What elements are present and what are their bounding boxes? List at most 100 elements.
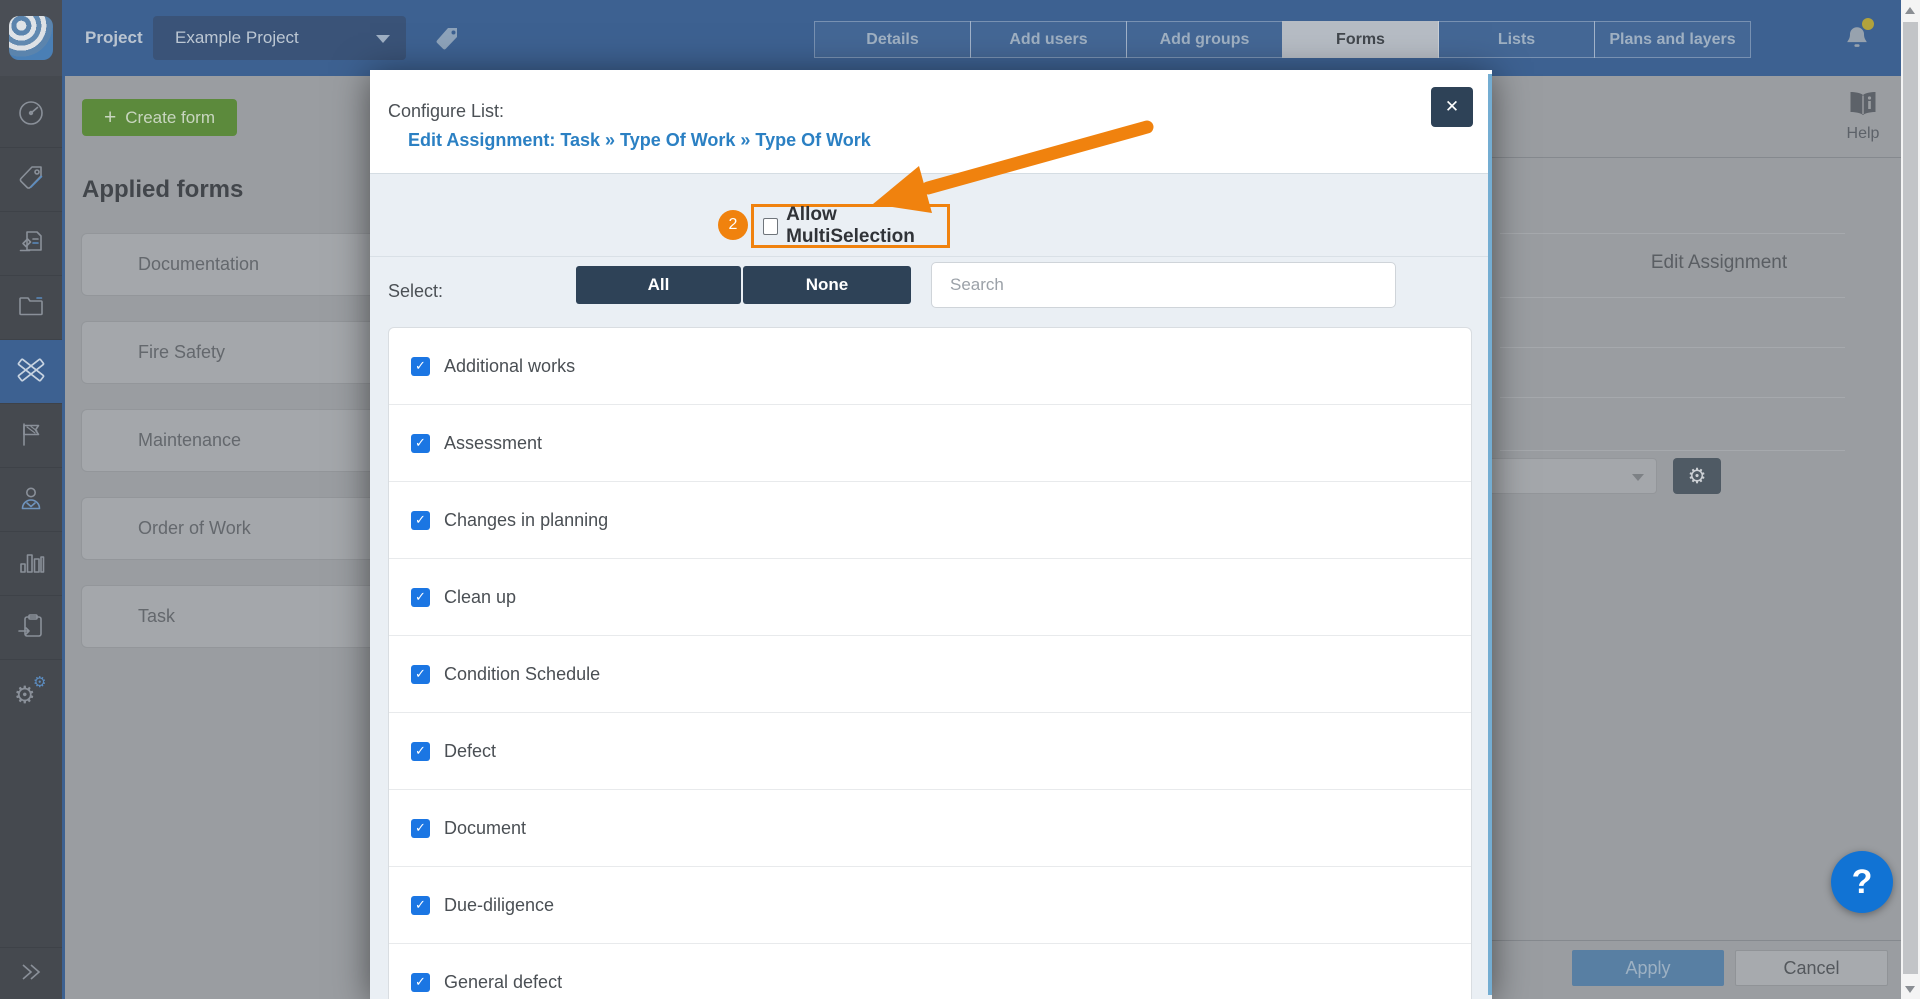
scrollbar-thumb[interactable] [1903,22,1918,974]
tab-lists[interactable]: Lists [1438,21,1595,58]
checkbox-icon[interactable]: ✓ [411,973,430,992]
list-item-condition-schedule: ✓Condition Schedule [389,636,1471,713]
list-item-label: Assessment [444,433,542,454]
project-select-value: Example Project [175,28,299,47]
divider [1492,157,1901,158]
divider [1500,297,1845,298]
step-badge: 2 [718,210,748,240]
forms-panel: + Create form Applied forms Documentatio… [65,76,370,999]
plus-icon: + [104,107,116,128]
list-item-changes-in-planning: ✓Changes in planning [389,482,1471,559]
gears-icon: ⚙⚙ [14,675,48,709]
configure-list-label: Configure List: [388,70,504,153]
sidebar-item-settings[interactable]: ⚙⚙ [0,659,62,724]
cancel-button[interactable]: Cancel [1735,950,1888,986]
configure-list-gear-button[interactable]: ⚙ [1673,458,1721,494]
close-icon[interactable]: ✕ [1431,87,1473,127]
help-bubble-button[interactable]: ? [1831,851,1893,913]
select-none-button[interactable]: None [743,266,911,304]
checkbox-icon[interactable]: ✓ [411,819,430,838]
checkbox-icon[interactable]: ✓ [411,588,430,607]
notification-badge [1862,18,1874,30]
sidebar-item-transfers[interactable] [0,595,62,660]
sidebar-item-tags[interactable] [0,147,62,212]
sidebar-item-contacts[interactable] [0,467,62,532]
create-form-button[interactable]: + Create form [82,99,237,136]
app-screen: Project Example Project DetailsAdd users… [0,0,1920,999]
flag-icon [16,419,46,454]
form-card-label: Fire Safety [138,342,225,363]
list-item-additional-works: ✓ Additional works [389,328,1471,405]
form-card-label: Documentation [138,254,259,275]
help-book-icon [1843,105,1883,122]
checkbox-icon[interactable]: ✓ [411,896,430,915]
form-card-maintenance[interactable]: Maintenance [81,409,381,472]
list-item-label: Due-diligence [444,895,554,916]
form-card-documentation[interactable]: Documentation [81,233,381,296]
divider [1500,347,1845,348]
tab-add-users[interactable]: Add users [970,21,1127,58]
dashboard-icon [16,98,46,133]
tab-plans-and-layers[interactable]: Plans and layers [1594,21,1751,58]
form-card-fire-safety[interactable]: Fire Safety [81,321,381,384]
folder-icon [16,291,46,326]
sidebar-item-flags[interactable] [0,403,62,468]
list-item-due-diligence: ✓ Due-diligence [389,867,1471,944]
list-item-label: Additional works [444,356,575,377]
list-item-label: General defect [444,972,562,993]
top-navigation-bar: Project Example Project DetailsAdd users… [65,0,1901,76]
ruler-pencil-icon [15,354,47,391]
tab-details[interactable]: Details [814,21,971,58]
list-item-label: Defect [444,741,496,762]
list-item-clean-up: ✓Clean up [389,559,1471,636]
list-item-document: ✓ Document [389,790,1471,867]
divider [1500,397,1845,398]
allow-multiselection-label: Allow MultiSelection [786,204,947,248]
multiselect-highlight-box: Allow MultiSelection [751,204,950,248]
list-item-assessment: ✓ Assessment [389,405,1471,482]
expand-sidebar-button[interactable] [0,947,62,999]
project-label: Project [85,28,143,48]
divider [1492,940,1901,941]
tab-forms[interactable]: Forms [1282,21,1439,58]
project-tabs: DetailsAdd usersAdd groupsFormsListsPlan… [814,21,1751,58]
list-source-dropdown[interactable] [1470,458,1657,494]
chevron-down-icon [376,35,390,43]
sidebar-item-reports[interactable] [0,531,62,596]
app-sidebar: ⚙⚙ [0,0,65,999]
person-icon [16,483,46,518]
list-item-label: Document [444,818,526,839]
tab-add-groups[interactable]: Add groups [1126,21,1283,58]
select-all-button[interactable]: All [576,266,741,304]
create-form-label: Create form [125,108,215,128]
scroll-up-icon[interactable] [1905,7,1915,14]
checkbox-icon[interactable]: ✓ [411,742,430,761]
sidebar-item-forms[interactable] [0,339,62,404]
app-logo[interactable] [9,16,53,60]
form-card-order-of-work[interactable]: Order of Work [81,497,381,560]
list-item-defect: ✓ Defect [389,713,1471,790]
allow-multiselection-checkbox[interactable] [763,218,778,235]
sidebar-item-approvals[interactable] [0,211,62,276]
page-scrollbar[interactable] [1901,0,1920,999]
help-button[interactable]: Help [1832,90,1894,143]
list-options-container: ✓ Additional works ✓ Assessment ✓Changes in … [388,327,1472,999]
tags-icon[interactable] [433,25,461,53]
checkbox-icon[interactable]: ✓ [411,434,430,453]
modal-scrollbar[interactable] [1488,74,1492,995]
checkbox-icon[interactable]: ✓ [411,665,430,684]
bar-chart-icon [16,547,46,582]
sidebar-item-documents[interactable] [0,275,62,340]
form-card-task[interactable]: Task [81,585,381,648]
help-label: Help [1832,125,1894,143]
form-card-label: Maintenance [138,430,241,451]
checkbox-icon[interactable]: ✓ [411,357,430,376]
apply-button[interactable]: Apply [1572,950,1724,986]
form-card-label: Order of Work [138,518,251,539]
double-chevron-right-icon [14,957,48,992]
sidebar-item-dashboard[interactable] [0,83,62,147]
checkbox-icon[interactable]: ✓ [411,511,430,530]
project-select-dropdown[interactable]: Example Project [153,16,406,60]
search-input[interactable] [931,262,1396,308]
scroll-down-icon[interactable] [1905,986,1915,993]
